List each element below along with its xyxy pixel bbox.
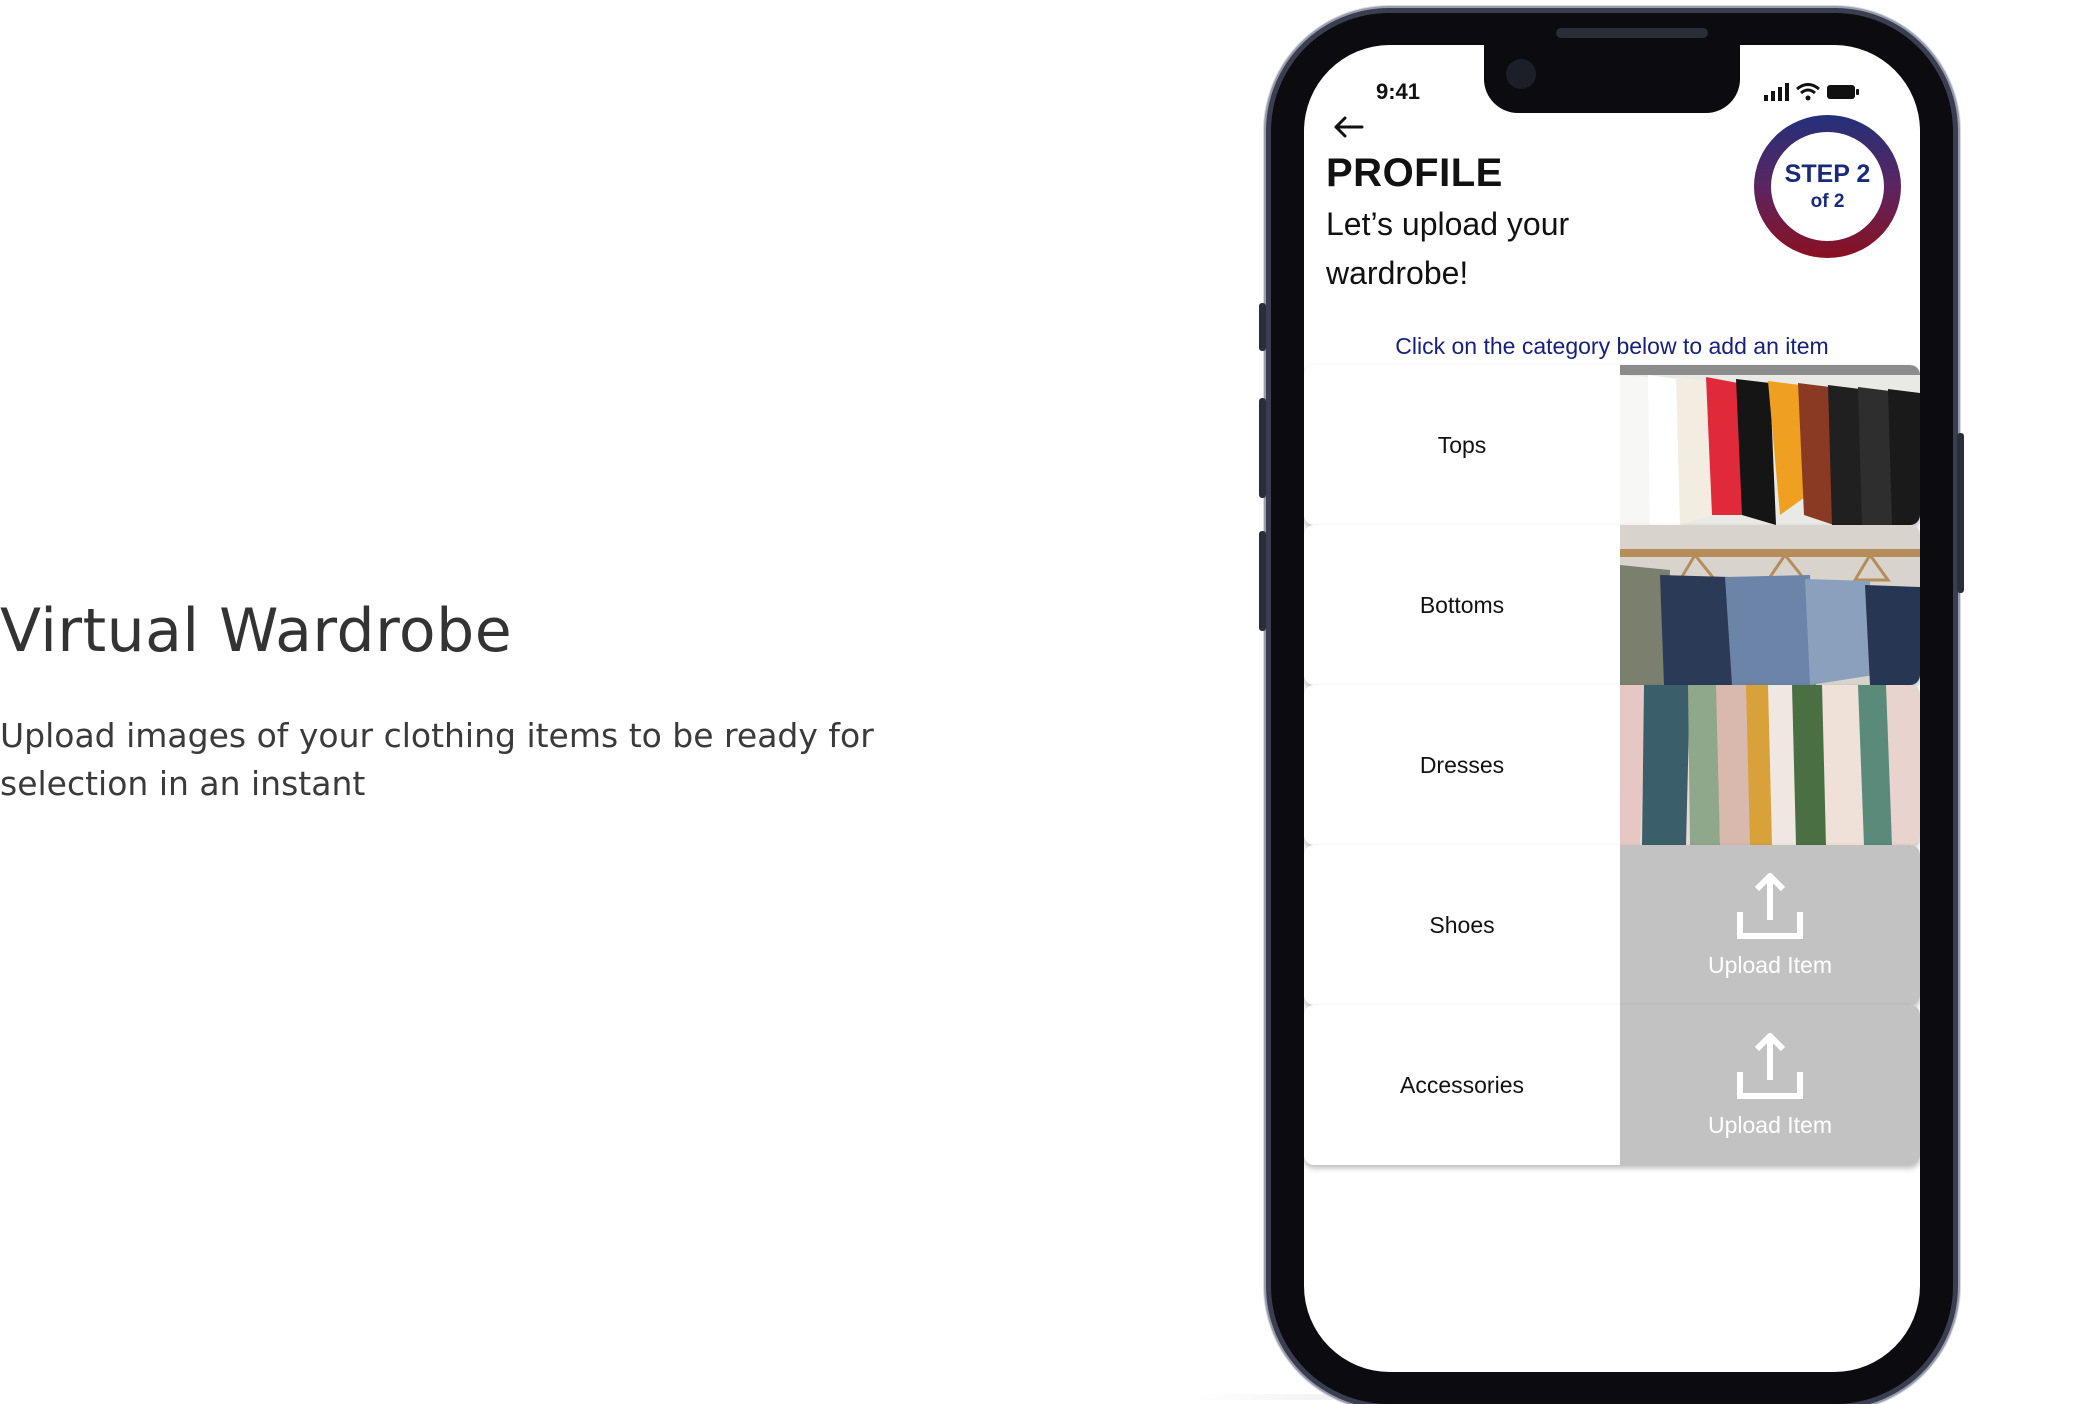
notch bbox=[1484, 45, 1740, 113]
step-total: of 2 bbox=[1810, 191, 1845, 212]
status-icons bbox=[1764, 79, 1860, 101]
upload-item-label: Upload Item bbox=[1707, 951, 1832, 978]
page-title: PROFILE bbox=[1326, 151, 1503, 195]
upload-item-label: Upload Item bbox=[1707, 1111, 1832, 1138]
front-camera-icon bbox=[1506, 59, 1536, 89]
category-card-tops[interactable]: Tops bbox=[1304, 365, 1920, 525]
phone-screen: 9:41 PROFILE Let’s upload your wardrobe!… bbox=[1304, 45, 1920, 1372]
arrow-left-icon bbox=[1334, 116, 1364, 138]
dresses-photo bbox=[1620, 685, 1920, 845]
category-label: Accessories bbox=[1400, 1071, 1524, 1098]
category-card-accessories[interactable]: Accessories Upload Item bbox=[1304, 1005, 1920, 1165]
upload-item-button[interactable]: Upload Item bbox=[1620, 845, 1920, 1005]
bottoms-photo bbox=[1620, 525, 1920, 685]
instruction-text: Click on the category below to add an it… bbox=[1395, 333, 1829, 359]
upload-icon bbox=[1737, 1032, 1803, 1099]
wifi-icon bbox=[1796, 83, 1820, 101]
tops-photo bbox=[1620, 365, 1920, 525]
category-card-dresses[interactable]: Dresses bbox=[1304, 685, 1920, 845]
step-indicator: STEP 2 of 2 bbox=[1754, 115, 1901, 258]
category-card-bottoms[interactable]: Bottoms bbox=[1304, 525, 1920, 685]
category-label: Bottoms bbox=[1419, 591, 1505, 618]
category-label: Shoes bbox=[1429, 911, 1495, 938]
feature-description: Upload images of your clothing items to … bbox=[0, 716, 874, 803]
upload-icon bbox=[1737, 872, 1803, 939]
category-label: Dresses bbox=[1419, 751, 1505, 778]
upload-item-button[interactable]: Upload Item bbox=[1620, 1005, 1920, 1165]
step-label: STEP 2 bbox=[1784, 160, 1871, 188]
back-button[interactable] bbox=[1326, 105, 1370, 149]
battery-icon bbox=[1827, 85, 1859, 99]
page-subtitle: Let’s upload your wardrobe! bbox=[1326, 206, 1570, 291]
volume-up-button bbox=[1259, 398, 1266, 498]
status-time: 9:41 bbox=[1376, 79, 1421, 104]
category-label: Tops bbox=[1437, 431, 1487, 458]
earpiece-speaker bbox=[1556, 28, 1708, 38]
category-card-shoes[interactable]: Shoes Upload Item bbox=[1304, 845, 1920, 1005]
volume-down-button bbox=[1259, 531, 1266, 631]
feature-title: Virtual Wardrobe bbox=[0, 596, 513, 666]
signal-icon bbox=[1764, 83, 1789, 101]
phone-frame: 9:41 PROFILE Let’s upload your wardrobe!… bbox=[1259, 13, 1964, 1404]
mute-switch bbox=[1259, 303, 1266, 351]
power-button bbox=[1957, 433, 1964, 593]
